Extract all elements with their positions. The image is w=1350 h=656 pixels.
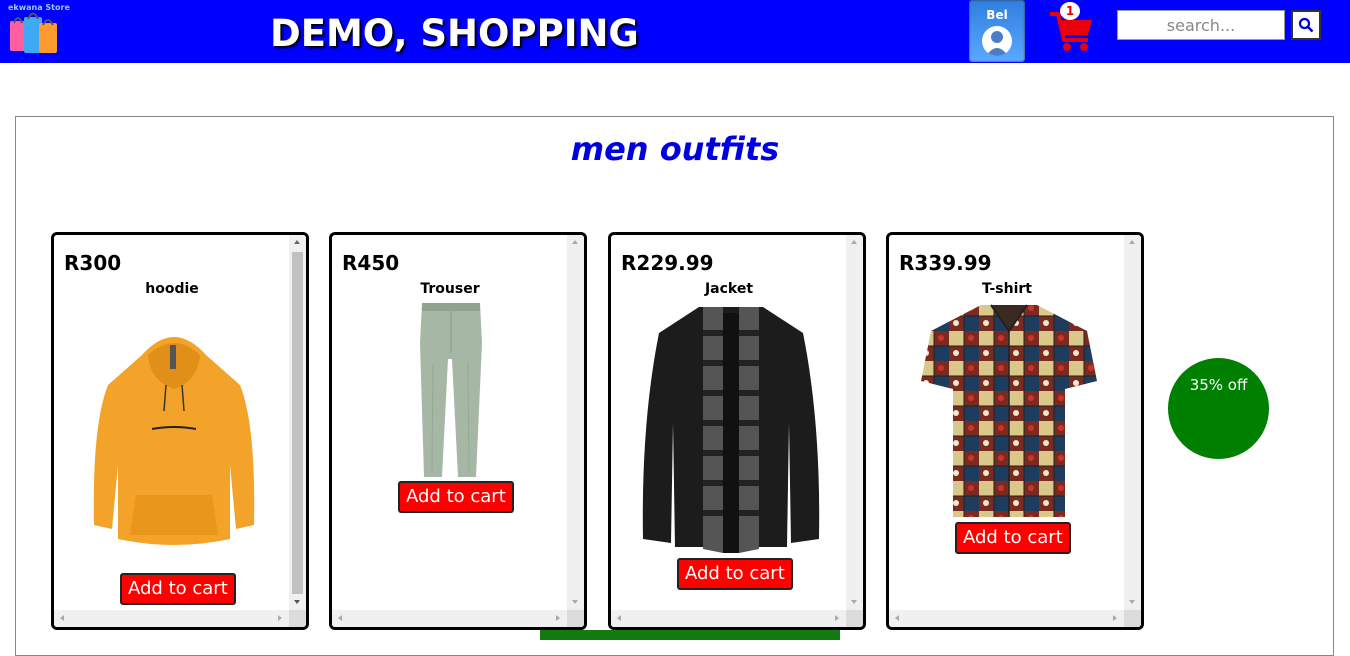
- trouser-image: [418, 303, 484, 483]
- product-card-hoodie[interactable]: R300 hoodie Add to cart: [51, 232, 309, 630]
- user-avatar-icon: [982, 26, 1012, 56]
- vertical-scrollbar[interactable]: [846, 235, 863, 610]
- scroll-up-icon[interactable]: [851, 240, 857, 244]
- add-to-cart-button[interactable]: Add to cart: [955, 522, 1071, 554]
- cart-count-badge: 1: [1060, 2, 1080, 20]
- product-name: Jacket: [704, 281, 754, 297]
- scroll-down-icon[interactable]: [851, 600, 857, 604]
- discount-badge: 35% off: [1168, 358, 1269, 459]
- product-price: R450: [342, 251, 400, 275]
- scroll-right-icon[interactable]: [556, 615, 560, 621]
- product-card-trouser[interactable]: R450 Trouser Add to cart: [329, 232, 587, 630]
- search-icon: [1298, 17, 1314, 33]
- product-price: R339.99: [899, 251, 992, 275]
- horizontal-scrollbar[interactable]: [54, 610, 289, 627]
- jacket-image: [639, 303, 823, 559]
- site-title: DEMO, SHOPPING: [270, 12, 639, 55]
- shirt-image: [919, 301, 1099, 525]
- product-name: hoodie: [145, 281, 199, 297]
- search-button[interactable]: [1291, 10, 1321, 40]
- user-name: Bel: [986, 8, 1008, 22]
- vertical-scrollbar[interactable]: [1124, 235, 1141, 610]
- scrollbar-corner: [289, 610, 306, 627]
- horizontal-scrollbar[interactable]: [611, 610, 846, 627]
- product-name: Trouser: [420, 281, 480, 297]
- scroll-left-icon[interactable]: [895, 615, 899, 621]
- scroll-up-icon[interactable]: [572, 240, 578, 244]
- discount-text: 35% off: [1189, 376, 1248, 394]
- scrollbar-corner: [1124, 610, 1141, 627]
- user-account-button[interactable]: Bel: [969, 0, 1025, 62]
- store-logo[interactable]: ekwana Store: [6, 3, 70, 59]
- scrollbar-thumb[interactable]: [292, 252, 303, 594]
- product-price: R229.99: [621, 251, 714, 275]
- product-price: R300: [64, 251, 122, 275]
- vertical-scrollbar[interactable]: [567, 235, 584, 610]
- product-card-jacket[interactable]: R229.99 Jacket Add to cart: [608, 232, 866, 630]
- hoodie-image: [90, 325, 258, 555]
- horizontal-scrollbar[interactable]: [889, 610, 1124, 627]
- header-bar: ekwana Store DEMO, SHOPPING Bel 1: [0, 0, 1350, 63]
- add-to-cart-button[interactable]: Add to cart: [677, 558, 793, 590]
- scroll-right-icon[interactable]: [835, 615, 839, 621]
- scrollbar-corner: [846, 610, 863, 627]
- search-input[interactable]: [1117, 10, 1285, 40]
- scroll-up-icon[interactable]: [294, 240, 300, 244]
- add-to-cart-button[interactable]: Add to cart: [398, 481, 514, 513]
- section-title: men outfits: [570, 130, 780, 168]
- scroll-right-icon[interactable]: [1113, 615, 1117, 621]
- footer-green-bar: [540, 630, 840, 640]
- horizontal-scrollbar[interactable]: [332, 610, 567, 627]
- product-card-tshirt[interactable]: R339.99 T-shirt Add to cart: [886, 232, 1144, 630]
- scroll-down-icon[interactable]: [294, 600, 300, 604]
- scroll-left-icon[interactable]: [338, 615, 342, 621]
- scroll-left-icon[interactable]: [60, 615, 64, 621]
- product-name: T-shirt: [982, 281, 1032, 297]
- logo-text: ekwana Store: [8, 3, 70, 12]
- scroll-down-icon[interactable]: [572, 600, 578, 604]
- scroll-right-icon[interactable]: [278, 615, 282, 621]
- scroll-up-icon[interactable]: [1129, 240, 1135, 244]
- scroll-left-icon[interactable]: [617, 615, 621, 621]
- scroll-down-icon[interactable]: [1129, 600, 1135, 604]
- add-to-cart-button[interactable]: Add to cart: [120, 573, 236, 605]
- vertical-scrollbar[interactable]: [289, 235, 306, 610]
- scrollbar-corner: [567, 610, 584, 627]
